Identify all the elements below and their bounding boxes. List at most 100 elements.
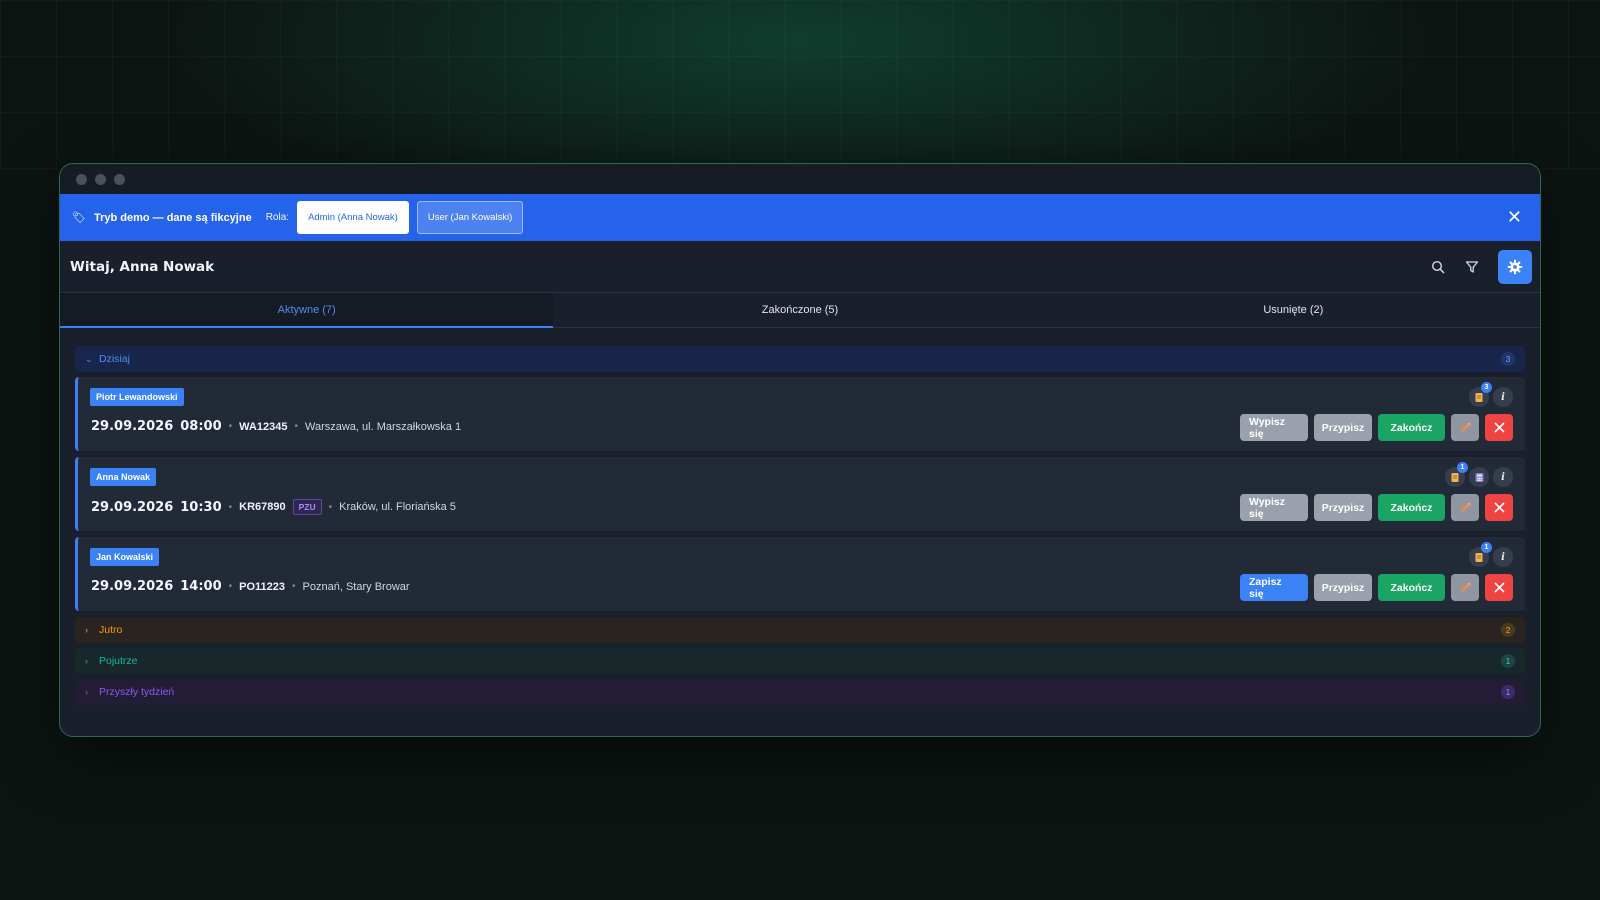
header-actions (1424, 250, 1532, 284)
insurer-badge: PZU (292, 499, 322, 515)
separator: • (292, 581, 296, 592)
group-today-header[interactable]: ⌄ Dzisiaj 3 (75, 346, 1525, 372)
separator: • (328, 501, 333, 513)
role-admin-button[interactable]: Admin (Anna Nowak) (297, 201, 409, 234)
close-icon (1494, 422, 1504, 433)
demo-banner: 🏷 Tryb demo — dane są fikcyjne Rola: Adm… (60, 194, 1540, 241)
pencil-icon (1460, 582, 1471, 592)
assign-button[interactable]: Przypisz (1314, 494, 1372, 521)
group-label: Jutro (99, 624, 123, 636)
unsubscribe-button[interactable]: Wypisz się (1240, 414, 1308, 441)
documents-icon[interactable]: 1 (1445, 462, 1468, 487)
tab-deleted[interactable]: Usunięte (2) (1047, 293, 1540, 327)
event-date: 29.09.2026 (91, 579, 174, 594)
documents-count-badge: 3 (1481, 382, 1492, 393)
search-icon[interactable] (1424, 253, 1452, 281)
edit-button[interactable] (1451, 574, 1479, 601)
assignee-tag: Jan Kowalski (90, 548, 160, 566)
event-card: Jan Kowalski 1 i 29.09.2026 14:00 • PO11… (75, 537, 1525, 611)
edit-button[interactable] (1451, 494, 1479, 521)
documents-icon[interactable]: 3 (1469, 382, 1492, 407)
filter-icon[interactable] (1458, 253, 1486, 281)
card-icons: 1 i (1445, 462, 1513, 487)
separator: • (228, 501, 233, 513)
window-dot-minimize[interactable] (95, 173, 106, 185)
edit-button[interactable] (1451, 414, 1479, 441)
settings-button[interactable] (1498, 250, 1532, 284)
finish-button[interactable]: Zakończ (1378, 494, 1445, 521)
finish-button[interactable]: Zakończ (1378, 574, 1445, 601)
documents-icon[interactable]: 1 (1469, 542, 1492, 567)
group-tomorrow-header[interactable]: › Jutro 2 (75, 617, 1525, 643)
chevron-down-icon: ⌄ (85, 353, 93, 364)
app-header: Witaj, Anna Nowak (60, 241, 1540, 293)
close-icon[interactable]: ✕ (1507, 207, 1522, 227)
delete-button[interactable] (1485, 414, 1513, 441)
documents-count-badge: 1 (1457, 462, 1468, 473)
event-time: 14:00 (180, 579, 222, 594)
close-icon (1494, 502, 1504, 513)
case-code: WA12345 (239, 420, 288, 433)
app-window: 🏷 Tryb demo — dane są fikcyjne Rola: Adm… (59, 163, 1541, 737)
group-count-badge: 3 (1501, 352, 1515, 366)
role-label: Rola: (265, 212, 290, 223)
pencil-icon (1460, 422, 1471, 432)
group-next-week-header[interactable]: › Przyszły tydzień 1 (75, 679, 1525, 705)
separator: • (294, 421, 298, 432)
page-title: Witaj, Anna Nowak (70, 258, 215, 275)
window-titlebar (60, 164, 1540, 194)
calculator-icon[interactable] (1469, 467, 1489, 487)
role-user-button[interactable]: User (Jan Kowalski) (416, 201, 524, 234)
unsubscribe-button[interactable]: Wypisz się (1240, 494, 1308, 521)
delete-button[interactable] (1485, 494, 1513, 521)
event-date: 29.09.2026 (91, 419, 174, 434)
card-actions: Zapisz się Przypisz Zakończ (1240, 574, 1513, 601)
window-dot-close[interactable] (76, 173, 87, 185)
status-tabs: Aktywne (7) Zakończone (5) Usunięte (2) (60, 293, 1540, 328)
close-icon (1494, 582, 1504, 593)
group-count-badge: 2 (1501, 623, 1515, 637)
separator: • (228, 581, 233, 592)
event-time: 08:00 (180, 419, 222, 434)
demo-tag-icon: 🏷 (72, 212, 86, 224)
chevron-right-icon: › (85, 625, 88, 635)
tab-active[interactable]: Aktywne (7) (60, 293, 554, 328)
window-dot-maximize[interactable] (114, 173, 125, 185)
separator: • (228, 421, 233, 432)
finish-button[interactable]: Zakończ (1378, 414, 1445, 441)
event-date: 29.09.2026 (91, 499, 174, 515)
case-code: PO11223 (239, 580, 286, 593)
group-label: Pojutrze (99, 655, 138, 667)
info-icon[interactable]: i (1493, 467, 1513, 487)
event-location: Kraków, ul. Floriańska 5 (339, 501, 456, 513)
background-grid (0, 0, 1600, 170)
group-label: Przyszły tydzień (99, 686, 175, 698)
gear-icon (1507, 259, 1523, 275)
assign-button[interactable]: Przypisz (1314, 414, 1372, 441)
signup-button[interactable]: Zapisz się (1240, 574, 1308, 601)
event-card: Piotr Lewandowski 3 i 29.09.2026 08:00 •… (75, 377, 1525, 451)
info-icon[interactable]: i (1493, 387, 1513, 407)
assignee-tag: Piotr Lewandowski (90, 388, 184, 406)
info-icon[interactable]: i (1493, 547, 1513, 567)
group-count-badge: 1 (1501, 654, 1515, 668)
demo-mode-text: Tryb demo — dane są fikcyjne (93, 211, 252, 224)
group-after-tomorrow-header[interactable]: › Pojutrze 1 (75, 648, 1525, 674)
event-details: 29.09.2026 14:00 • PO11223 • Poznań, Sta… (91, 579, 410, 594)
event-location: Warszawa, ul. Marszałkowska 1 (304, 420, 462, 433)
event-list: ⌄ Dzisiaj 3 Piotr Lewandowski 3 i 29.09.… (60, 328, 1540, 705)
card-icons: 1 i (1469, 542, 1513, 567)
card-actions: Wypisz się Przypisz Zakończ (1240, 414, 1513, 441)
pencil-icon (1460, 502, 1471, 512)
chevron-right-icon: › (85, 687, 88, 697)
card-icons: 3 i (1469, 382, 1513, 407)
event-details: 29.09.2026 08:00 • WA12345 • Warszawa, u… (91, 419, 461, 434)
assign-button[interactable]: Przypisz (1314, 574, 1372, 601)
chevron-right-icon: › (85, 656, 88, 666)
documents-count-badge: 1 (1481, 542, 1492, 553)
case-code: KR67890 (239, 501, 286, 513)
tab-finished[interactable]: Zakończone (5) (553, 293, 1046, 327)
event-details: 29.09.2026 10:30 • KR67890 PZU • Kraków,… (91, 499, 456, 515)
delete-button[interactable] (1485, 574, 1513, 601)
group-count-badge: 1 (1501, 685, 1515, 699)
